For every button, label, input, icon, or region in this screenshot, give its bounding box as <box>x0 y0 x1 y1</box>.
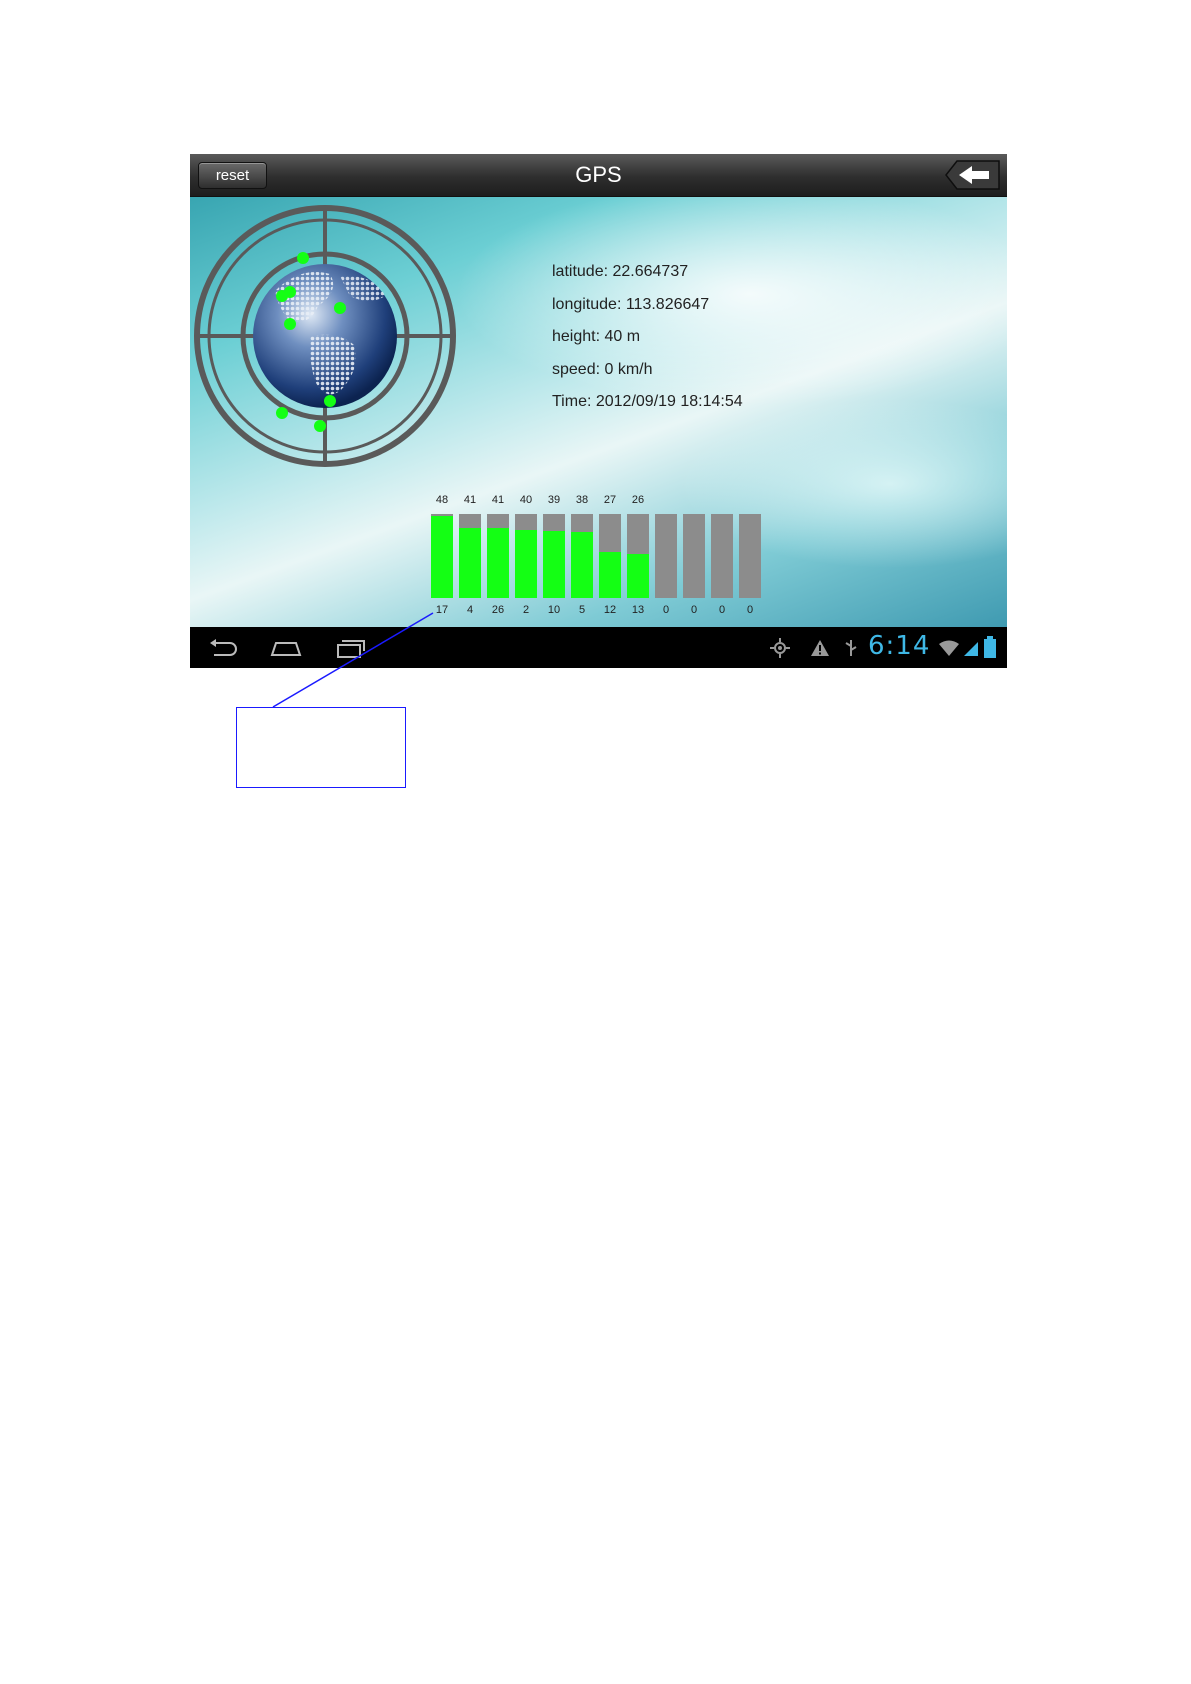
satellite-snr-label: 38 <box>575 494 589 506</box>
back-nav-icon[interactable] <box>208 637 238 659</box>
satellite-signal-bar <box>683 514 705 598</box>
satellite-signal-fill <box>431 516 453 598</box>
satellite-prn-label: 4 <box>466 604 474 616</box>
satellite-signal-bar <box>431 514 453 598</box>
reset-button[interactable]: reset <box>198 162 267 189</box>
satellite-signal-bar <box>627 514 649 598</box>
satellite-signal-fill <box>543 531 565 598</box>
satellite-radar <box>194 205 456 467</box>
satellite-dot <box>276 407 288 419</box>
satellite-snr-label: 26 <box>631 494 645 506</box>
satellite-signal-bar <box>655 514 677 598</box>
satellite-signal-fill <box>627 554 649 598</box>
satellite-dot <box>276 290 288 302</box>
satellite-signal-bar <box>739 514 761 598</box>
satellite-dot <box>284 318 296 330</box>
satellite-prn-label: 13 <box>631 604 645 616</box>
warning-icon <box>811 640 829 656</box>
satellite-signal-fill <box>459 528 481 598</box>
gps-screen: GPS reset latitude: 22.664737 longitude:… <box>190 154 1007 668</box>
satellite-signal-bar <box>487 514 509 598</box>
satellite-snr-label: 48 <box>435 494 449 506</box>
satellite-prn-label: 0 <box>690 604 698 616</box>
satellite-prn-label: 0 <box>662 604 670 616</box>
satellite-snr-label: 40 <box>519 494 533 506</box>
satellite-signal-bar <box>543 514 565 598</box>
satellite-signal-bar <box>599 514 621 598</box>
satellite-prn-label: 10 <box>547 604 561 616</box>
satellite-dot <box>334 302 346 314</box>
satellite-prn-label: 0 <box>746 604 754 616</box>
time-text: Time: 2012/09/19 18:14:54 <box>552 393 743 410</box>
satellite-signal-bar <box>459 514 481 598</box>
back-arrow-icon[interactable] <box>945 160 1001 190</box>
satellite-prn-label: 26 <box>491 604 505 616</box>
location-icon <box>770 638 790 658</box>
height-text: height: 40 m <box>552 328 641 345</box>
satellite-signal-fill <box>599 552 621 598</box>
satellite-prn-label: 0 <box>718 604 726 616</box>
wifi-icon <box>939 640 959 656</box>
satellite-snr-label: 41 <box>463 494 477 506</box>
callout-box <box>236 707 406 788</box>
satellite-signal-bar <box>515 514 537 598</box>
satellite-prn-label: 2 <box>522 604 530 616</box>
longitude-text: longitude: 113.826647 <box>552 295 710 313</box>
satellite-dot <box>314 420 326 432</box>
gps-info: latitude: 22.664737 longitude: 113.82664… <box>552 262 743 425</box>
signal-icon <box>964 642 978 656</box>
speed-text: speed: 0 km/h <box>552 360 653 378</box>
recent-apps-icon[interactable] <box>336 637 366 659</box>
usb-icon <box>845 640 857 656</box>
latitude-text: latitude: 22.664737 <box>552 263 689 280</box>
satellite-signal-bar <box>711 514 733 598</box>
title-bar: GPS reset <box>190 154 1007 197</box>
satellite-signal-fill <box>571 532 593 598</box>
status-clock: 6:14 <box>868 631 931 661</box>
satellite-snr-label: 27 <box>603 494 617 506</box>
satellite-signal-fill <box>487 528 509 598</box>
satellite-prn-label: 12 <box>603 604 617 616</box>
satellite-dot <box>324 395 336 407</box>
battery-icon <box>984 636 996 658</box>
system-bar: 6:14 <box>190 627 1007 668</box>
satellite-prn-label: 17 <box>435 604 449 616</box>
satellite-dot <box>297 252 309 264</box>
satellite-snr-label: 39 <box>547 494 561 506</box>
home-icon[interactable] <box>270 637 302 659</box>
satellite-snr-label: 41 <box>491 494 505 506</box>
satellite-signal-bar <box>571 514 593 598</box>
page-title: GPS <box>575 162 622 187</box>
satellite-signal-fill <box>515 530 537 598</box>
satellite-prn-label: 5 <box>578 604 586 616</box>
